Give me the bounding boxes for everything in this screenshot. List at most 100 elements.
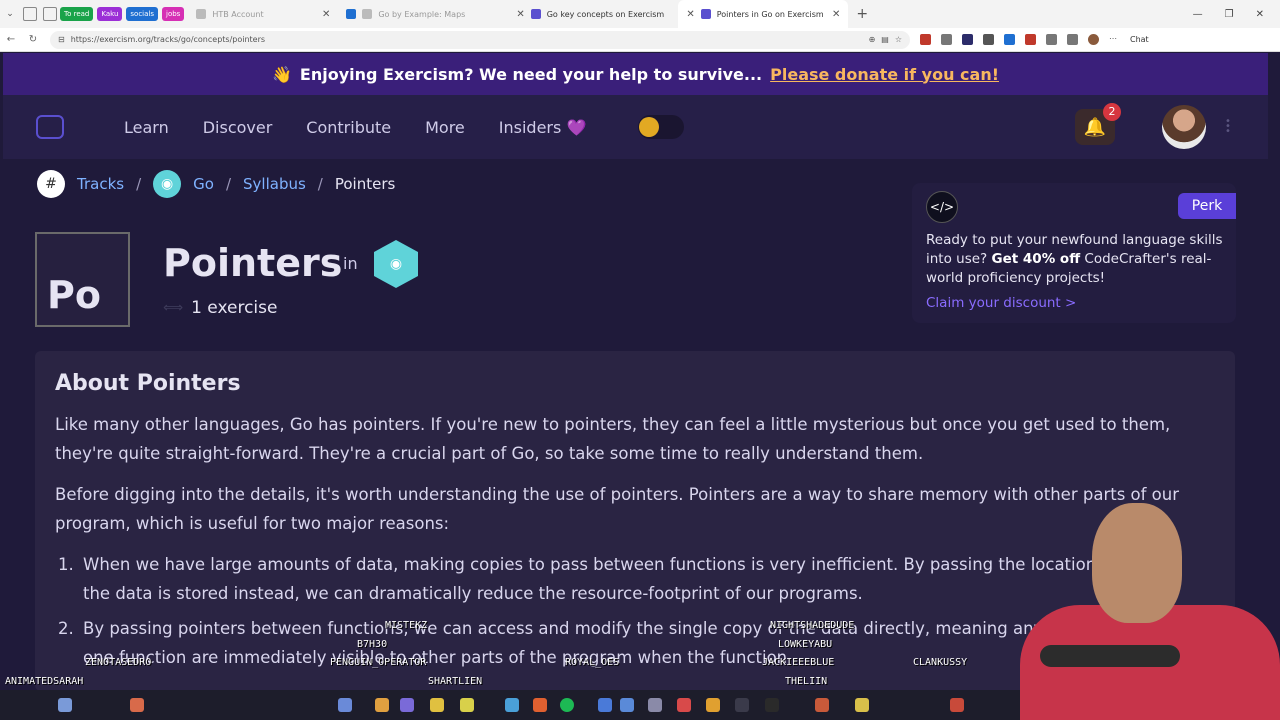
- close-tab-icon[interactable]: ✕: [832, 9, 840, 20]
- taskbar-app-icon[interactable]: [460, 698, 474, 712]
- taskbar-app-icon[interactable]: [598, 698, 612, 712]
- tab-label: HTB Account: [212, 9, 264, 19]
- tab-label: Go by Example: Maps: [378, 9, 466, 19]
- about-title: About Pointers: [55, 371, 241, 396]
- go-track-icon[interactable]: ◉: [374, 240, 418, 288]
- nav-learn[interactable]: Learn: [124, 118, 169, 137]
- more-options-icon[interactable]: • • •: [1225, 117, 1231, 137]
- breadcrumb-syllabus[interactable]: Syllabus: [243, 175, 306, 193]
- microphone-icon: [1040, 645, 1180, 667]
- tab-group-socials[interactable]: socials: [126, 7, 159, 21]
- perk-badge: Perk: [1178, 193, 1236, 219]
- extension-icon[interactable]: [1004, 34, 1015, 45]
- nav-more[interactable]: More: [425, 118, 465, 137]
- extension-icon[interactable]: [1025, 34, 1036, 45]
- theme-toggle[interactable]: [638, 115, 685, 139]
- tab-favicon: [196, 9, 207, 19]
- breadcrumb-tracks[interactable]: Tracks: [77, 175, 124, 193]
- tab-htb-account[interactable]: HTB Account ✕: [188, 0, 338, 28]
- donate-banner: 👋 Enjoying Exercism? We need your help t…: [3, 53, 1268, 95]
- about-paragraph-1: Like many other languages, Go has pointe…: [55, 415, 1171, 463]
- extension-icon[interactable]: [1046, 34, 1057, 45]
- taskbar-app-icon[interactable]: [620, 698, 634, 712]
- go-gopher-icon: ◉: [153, 170, 182, 198]
- tab-group-to-read[interactable]: To read: [60, 7, 94, 21]
- back-icon[interactable]: ←: [0, 34, 22, 45]
- extension-icon[interactable]: [962, 34, 973, 45]
- favorites-icon[interactable]: [1067, 34, 1078, 45]
- close-window-icon[interactable]: ✕: [1256, 9, 1264, 20]
- banner-text: Enjoying Exercism? We need your help to …: [299, 64, 763, 84]
- more-icon[interactable]: ⋯: [1109, 34, 1120, 45]
- taskbar-app-icon[interactable]: [58, 698, 72, 712]
- taskbar-app-icon[interactable]: [430, 698, 444, 712]
- extension-icon[interactable]: [983, 34, 994, 45]
- tab-group-jobs[interactable]: jobs: [162, 7, 185, 21]
- bell-icon: 🔔: [1083, 116, 1107, 138]
- terminal-icon[interactable]: [735, 698, 749, 712]
- reader-icon[interactable]: ▤: [881, 35, 889, 44]
- exercism-logo-icon[interactable]: [36, 115, 64, 139]
- workspaces-icon[interactable]: [23, 7, 37, 21]
- minimize-icon[interactable]: —: [1193, 9, 1203, 20]
- address-field[interactable]: ⊟ https://exercism.org/tracks/go/concept…: [50, 30, 910, 49]
- tab-label: Pointers in Go on Exercism: [716, 9, 824, 19]
- user-avatar[interactable]: [1162, 105, 1206, 149]
- donate-link[interactable]: Please donate if you can!: [770, 65, 999, 84]
- breadcrumb-separator: /: [136, 175, 142, 193]
- taskbar-app-icon[interactable]: [338, 698, 352, 712]
- taskbar-app-icon[interactable]: [375, 698, 389, 712]
- taskbar-app-icon[interactable]: [648, 698, 662, 712]
- breadcrumb-go[interactable]: Go: [193, 175, 214, 193]
- zoom-icon[interactable]: ⊕: [869, 35, 876, 44]
- webcam-person-head: [1092, 503, 1182, 623]
- favorite-star-icon[interactable]: ☆: [895, 35, 902, 44]
- extension-icon[interactable]: [941, 34, 952, 45]
- close-tab-icon[interactable]: ✕: [322, 9, 330, 20]
- site-info-icon[interactable]: ⊟: [58, 35, 65, 44]
- extension-icon[interactable]: [920, 34, 931, 45]
- tab-go-key-concepts[interactable]: ✕ Go key concepts on Exercism: [508, 0, 678, 28]
- tab-go-by-example[interactable]: Go by Example: Maps: [338, 0, 508, 28]
- nav-discover[interactable]: Discover: [203, 118, 273, 137]
- tab-search-icon[interactable]: ⌄: [0, 9, 20, 19]
- breadcrumb-separator: /: [225, 175, 232, 193]
- browser-tab-bar: ⌄ To read Kaku socials jobs HTB Account …: [0, 0, 1280, 28]
- close-tab-icon[interactable]: ✕: [686, 9, 694, 20]
- address-bar-row: ← ↻ ⊟ https://exercism.org/tracks/go/con…: [0, 28, 1280, 52]
- taskbar-app-icon[interactable]: [855, 698, 869, 712]
- streamer-webcam: [1000, 495, 1280, 720]
- toggle-knob: [639, 117, 660, 137]
- reload-icon[interactable]: ↻: [22, 34, 44, 45]
- browser-taskbar-icon[interactable]: [533, 698, 547, 712]
- taskbar-app-icon[interactable]: [400, 698, 414, 712]
- new-tab-icon[interactable]: +: [848, 6, 876, 22]
- taskbar-app-icon[interactable]: [130, 698, 144, 712]
- nav-contribute[interactable]: Contribute: [306, 118, 391, 137]
- tab-pointers-active[interactable]: ✕ Pointers in Go on Exercism ✕: [678, 0, 849, 28]
- tab-actions-icon[interactable]: [43, 7, 57, 21]
- copilot-chat-button[interactable]: Chat: [1130, 35, 1149, 44]
- notifications-button[interactable]: 🔔 2: [1075, 103, 1121, 145]
- taskbar-app-icon[interactable]: [815, 698, 829, 712]
- tab-favicon: [346, 9, 357, 19]
- nav-insiders[interactable]: Insiders 💜: [499, 118, 587, 137]
- tab-group-kaku[interactable]: Kaku: [97, 7, 123, 21]
- spotify-icon[interactable]: [560, 698, 574, 712]
- notifications-count-badge: 2: [1103, 103, 1121, 121]
- breadcrumb-separator: /: [317, 175, 323, 193]
- maximize-icon[interactable]: ❐: [1225, 9, 1234, 20]
- taskbar-app-icon[interactable]: [706, 698, 720, 712]
- taskbar-app-icon[interactable]: [950, 698, 964, 712]
- nav-insiders-label: Insiders: [498, 117, 562, 137]
- profile-icon[interactable]: [1088, 34, 1099, 45]
- taskbar-app-icon[interactable]: [677, 698, 691, 712]
- taskbar-app-icon[interactable]: [505, 698, 519, 712]
- taskbar-app-icon[interactable]: [765, 698, 779, 712]
- exercise-icon: ⟺: [163, 300, 184, 316]
- perk-description: Ready to put your newfound language skil…: [926, 231, 1226, 288]
- close-tab-icon[interactable]: ✕: [516, 9, 524, 20]
- heart-icon: 💜: [566, 117, 587, 137]
- exercise-count-label: 1 exercise: [191, 298, 278, 318]
- claim-discount-link[interactable]: Claim your discount >: [926, 295, 1076, 311]
